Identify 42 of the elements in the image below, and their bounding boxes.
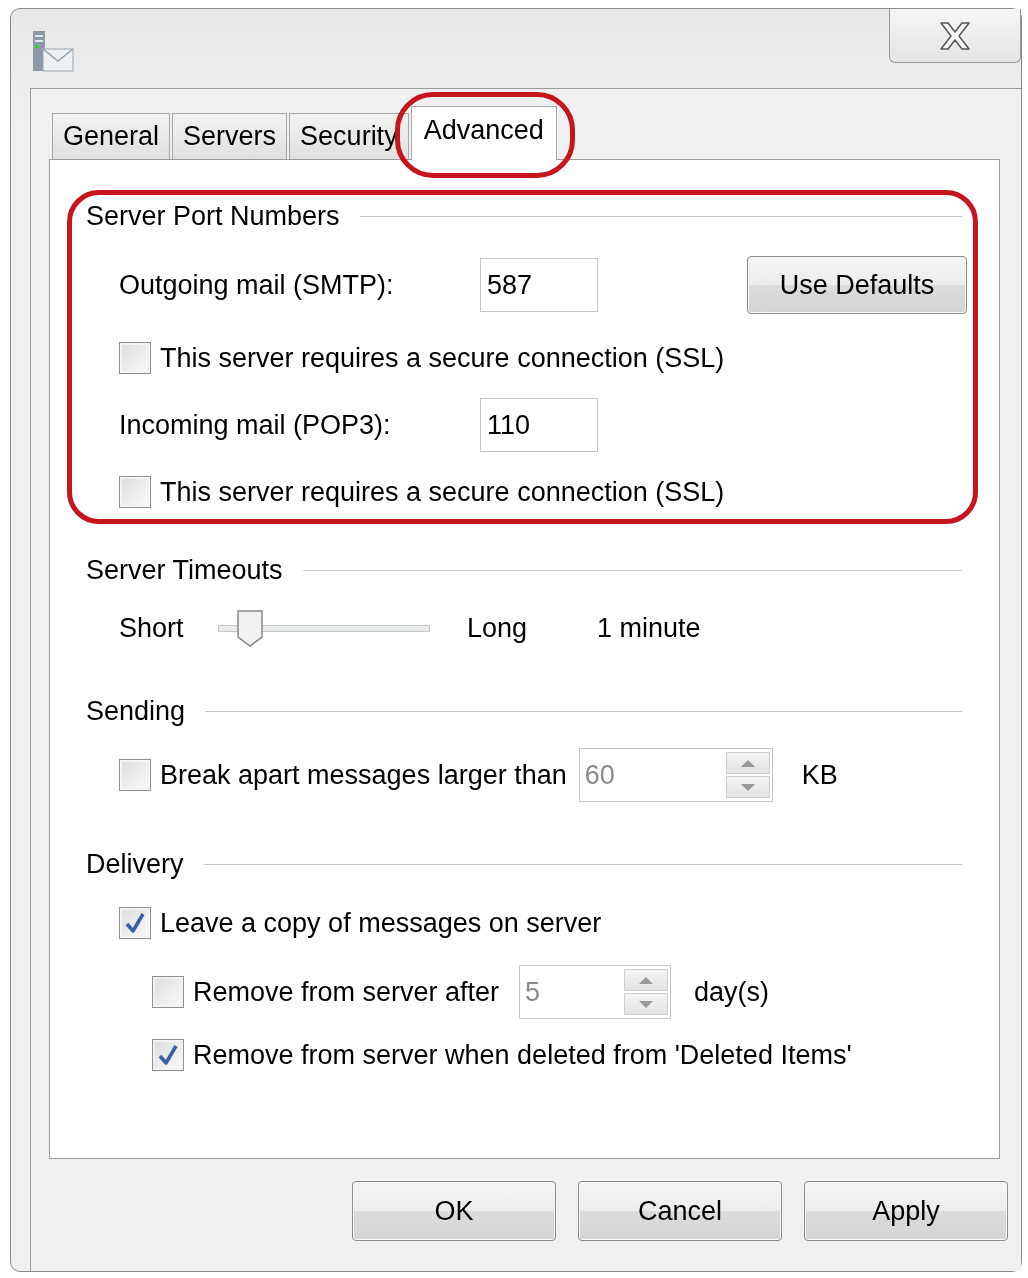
down-arrow-icon bbox=[739, 782, 756, 792]
checkbox-label: Leave a copy of messages on server bbox=[160, 907, 602, 939]
group-title: Delivery bbox=[86, 848, 184, 880]
checkbox[interactable] bbox=[119, 759, 151, 791]
unit-label: day(s) bbox=[694, 976, 769, 1008]
tab[interactable]: Security bbox=[289, 113, 409, 159]
use-defaults-button[interactable]: Use Defaults bbox=[747, 256, 967, 314]
checkbox-label: Break apart messages larger than bbox=[160, 759, 567, 791]
close-icon bbox=[937, 20, 973, 51]
tab[interactable]: Advanced bbox=[410, 106, 557, 160]
tab[interactable]: Servers bbox=[172, 113, 288, 159]
group-title: Server Timeouts bbox=[86, 554, 283, 586]
down-arrow-icon bbox=[638, 999, 654, 1009]
field-label: Incoming mail (POP3): bbox=[119, 409, 392, 441]
close-button[interactable] bbox=[889, 9, 1021, 63]
checkbox[interactable] bbox=[152, 976, 184, 1008]
checkbox[interactable] bbox=[152, 1039, 184, 1071]
checkbox[interactable] bbox=[119, 342, 151, 374]
up-arrow-icon bbox=[638, 975, 654, 985]
timeout-value: 1 minute bbox=[597, 612, 701, 644]
mail-server-icon bbox=[31, 29, 75, 75]
port-field[interactable]: 587 bbox=[480, 258, 598, 312]
slider-min-label: Short bbox=[119, 612, 185, 644]
slider-thumb[interactable] bbox=[234, 609, 265, 647]
group-title: Server Port Numbers bbox=[86, 200, 340, 232]
port-field[interactable]: 110 bbox=[480, 398, 598, 452]
up-arrow-icon bbox=[739, 758, 756, 768]
field-label: Outgoing mail (SMTP): bbox=[119, 269, 395, 301]
slider-max-label: Long bbox=[467, 612, 529, 644]
tab[interactable]: General bbox=[52, 113, 171, 159]
timeout-slider[interactable] bbox=[218, 609, 430, 647]
group-title: Sending bbox=[86, 695, 186, 727]
dialog-button[interactable]: Apply bbox=[804, 1181, 1008, 1241]
checkbox-label: This server requires a secure connection (SSL) bbox=[160, 476, 725, 508]
checkbox[interactable] bbox=[119, 476, 151, 508]
checkbox-label: This server requires a secure connection (SSL) bbox=[160, 342, 725, 374]
checkbox-label: Remove from server after bbox=[193, 976, 500, 1008]
checkbox-label: Remove from server when deleted from 'Deleted Items' bbox=[193, 1039, 852, 1071]
dialog-button[interactable]: Cancel bbox=[578, 1181, 782, 1241]
dialog-button[interactable]: OK bbox=[352, 1181, 556, 1241]
checkbox[interactable] bbox=[119, 907, 151, 939]
unit-label: KB bbox=[801, 759, 838, 791]
